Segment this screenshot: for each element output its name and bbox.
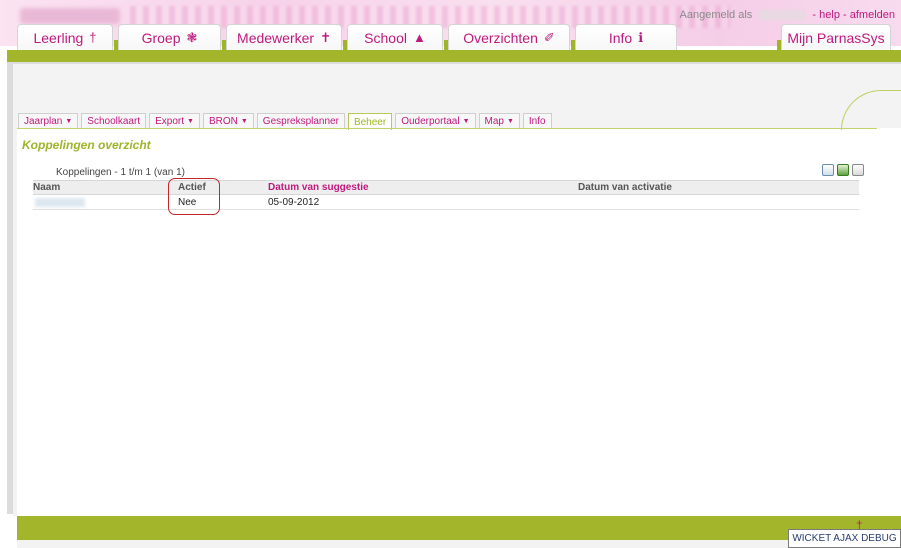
sub-navigation: Jaarplan ▼ Schoolkaart Export ▼ BRON ▼ Gesp…	[18, 113, 555, 130]
tab-label: Mijn ParnasSys	[787, 29, 885, 46]
koppelingen-table: Naam Actief Datum van suggestie Datum va…	[33, 180, 859, 210]
wicket-ajax-debug-button[interactable]: WICKET AJAX DEBUG	[788, 529, 901, 548]
column-header-datum-activatie[interactable]: Datum van activatie	[578, 182, 672, 193]
subtab-label: Schoolkaart	[87, 116, 141, 127]
tab-label: Medewerker	[237, 29, 315, 46]
subtab-label: Beheer	[353, 116, 387, 128]
subtab-label: Map	[484, 116, 504, 127]
tab-groep[interactable]: Groep ❃	[114, 24, 221, 50]
logout-link[interactable]: - afmelden	[843, 9, 895, 21]
column-header-naam[interactable]: Naam	[33, 182, 60, 193]
login-status: Aangemeld als - help - afmelden	[680, 9, 895, 21]
pencil-icon: ✐	[543, 29, 555, 45]
subtab-label: BRON	[208, 116, 238, 127]
page-title: Koppelingen overzicht	[22, 138, 151, 152]
logged-in-label: Aangemeld als	[679, 9, 753, 21]
subtab-label: Gespreksplanner	[262, 116, 339, 127]
subtab-gespreksplanner[interactable]: Gespreksplanner	[256, 113, 345, 129]
subtab-label: Info	[528, 116, 546, 127]
table-header: Naam Actief Datum van suggestie Datum va…	[33, 180, 859, 195]
tab-medewerker[interactable]: Medewerker ✝	[222, 24, 342, 50]
tab-label: Info	[608, 29, 633, 46]
chevron-down-icon: ▼	[506, 118, 514, 125]
datum-suggestie-cell: 05-09-2012	[268, 197, 320, 208]
school-logo	[20, 8, 120, 24]
nav-band	[7, 50, 901, 62]
export-toolbar	[822, 164, 864, 176]
excel-export-icon[interactable]	[837, 164, 849, 176]
naam-cell-redacted	[35, 198, 85, 207]
school-icon: ▲	[412, 30, 426, 45]
tab-label: Leerling	[33, 29, 84, 46]
tab-label: Groep	[141, 29, 181, 46]
subtab-label: Jaarplan	[24, 116, 63, 127]
subtab-export[interactable]: Export ▼	[149, 113, 200, 129]
subtab-info[interactable]: Info	[522, 113, 552, 129]
tab-label: School	[364, 29, 407, 46]
student-icon: †	[89, 30, 97, 45]
chevron-down-icon: ▼	[240, 118, 248, 125]
chevron-down-icon: ▼	[187, 118, 194, 125]
tab-info[interactable]: Info ℹ	[571, 24, 677, 50]
tab-mijn-parnassys[interactable]: Mijn ParnasSys	[777, 24, 891, 50]
subtab-label: Export	[155, 116, 185, 127]
subtab-bron[interactable]: BRON ▼	[202, 113, 254, 129]
main-navigation: Leerling † Groep ❃ Medewerker ✝ School ▲…	[17, 24, 682, 50]
subnav-divider	[17, 128, 877, 129]
info-icon: ℹ	[638, 29, 644, 45]
tab-overzichten[interactable]: Overzichten ✐	[444, 24, 570, 50]
chevron-down-icon: ▼	[65, 118, 73, 125]
tab-school[interactable]: School ▲	[343, 24, 443, 50]
subtab-jaarplan[interactable]: Jaarplan ▼	[18, 113, 79, 129]
table-row[interactable]: Nee 05-09-2012	[33, 195, 859, 210]
footer-background	[17, 540, 897, 548]
annotation-highlight	[168, 178, 220, 215]
column-header-datum-suggestie[interactable]: Datum van suggestie	[268, 182, 369, 193]
subtab-schoolkaart[interactable]: Schoolkaart	[81, 113, 147, 129]
help-link[interactable]: - help	[812, 9, 840, 21]
staff-icon: ✝	[320, 29, 331, 45]
csv-export-icon[interactable]	[822, 164, 834, 176]
subtab-ouderportaal[interactable]: Ouderportaal ▼	[395, 113, 476, 129]
subtab-label: Ouderportaal	[401, 116, 460, 127]
footer-band	[17, 516, 901, 540]
result-summary: Koppelingen - 1 t/m 1 (van 1)	[56, 167, 185, 178]
subtab-map[interactable]: Map ▼	[478, 113, 520, 129]
tab-leerling[interactable]: Leerling †	[17, 24, 113, 50]
group-icon: ❃	[186, 29, 198, 45]
username-redacted	[759, 10, 806, 21]
tab-label: Overzichten	[463, 29, 538, 46]
print-icon[interactable]	[852, 164, 864, 176]
chevron-down-icon: ▼	[462, 118, 470, 125]
